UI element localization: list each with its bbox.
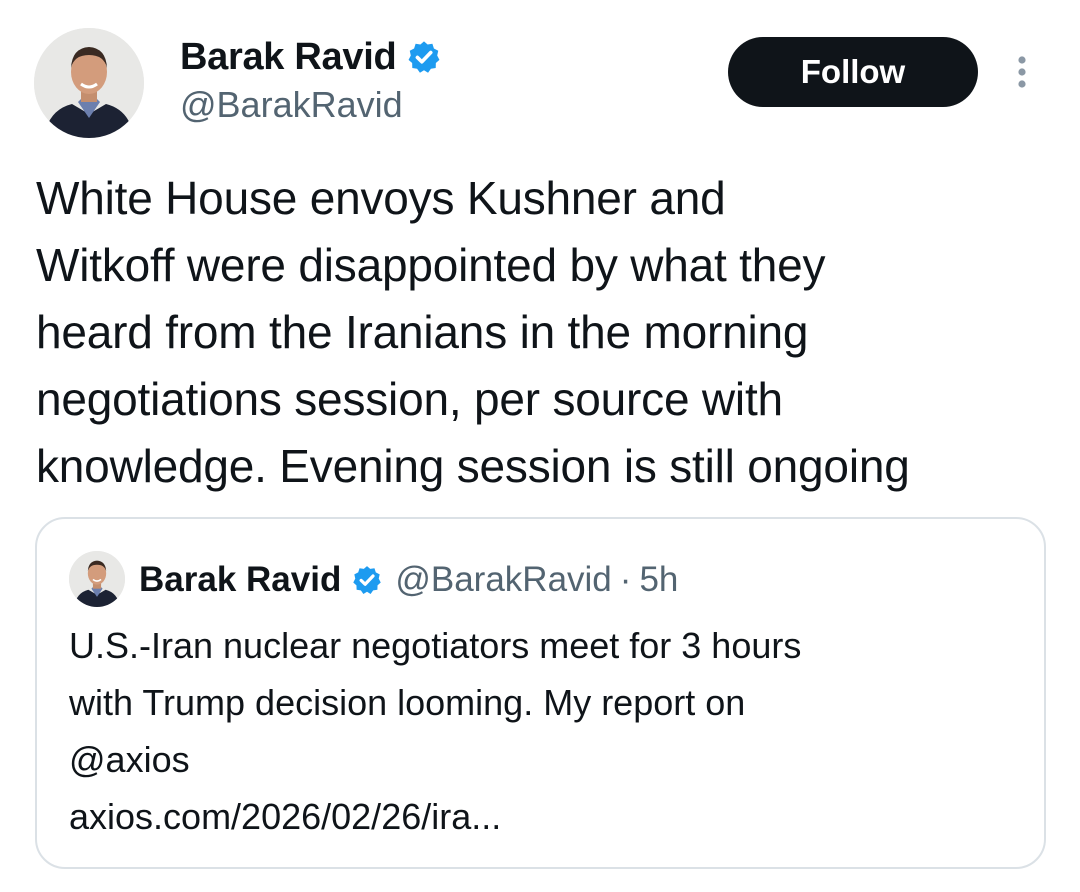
quoted-tweet-card[interactable]: Barak Ravid @BarakRavid · 5h U.S.-Iran n…: [35, 517, 1046, 869]
author-avatar-image: [34, 28, 144, 138]
quoted-timestamp[interactable]: 5h: [639, 560, 678, 600]
quoted-author-avatar-image: [69, 551, 125, 607]
follow-button[interactable]: Follow: [728, 37, 978, 107]
quoted-author-handle[interactable]: @BarakRavid: [395, 560, 611, 600]
author-avatar[interactable]: [34, 28, 144, 138]
verified-badge-icon: [408, 41, 440, 73]
more-vertical-icon[interactable]: [1008, 52, 1036, 92]
quoted-verified-badge-icon: [353, 566, 382, 594]
quoted-author-name[interactable]: Barak Ravid: [139, 560, 341, 600]
quoted-tweet-link[interactable]: axios.com/2026/02/26/ira...: [69, 788, 501, 845]
author-handle[interactable]: @BarakRavid: [180, 84, 403, 126]
author-name-row: Barak Ravid: [180, 34, 442, 80]
quoted-author-avatar[interactable]: [69, 551, 125, 607]
author-display-name[interactable]: Barak Ravid: [180, 36, 397, 79]
quoted-separator-dot: ·: [619, 560, 632, 599]
quoted-tweet-header: Barak Ravid @BarakRavid · 5h: [139, 555, 678, 605]
quoted-tweet-text: U.S.-Iran nuclear negotiators meet for 3…: [69, 625, 802, 780]
tweet-text: White House envoys Kushner and Witkoff w…: [36, 172, 910, 492]
